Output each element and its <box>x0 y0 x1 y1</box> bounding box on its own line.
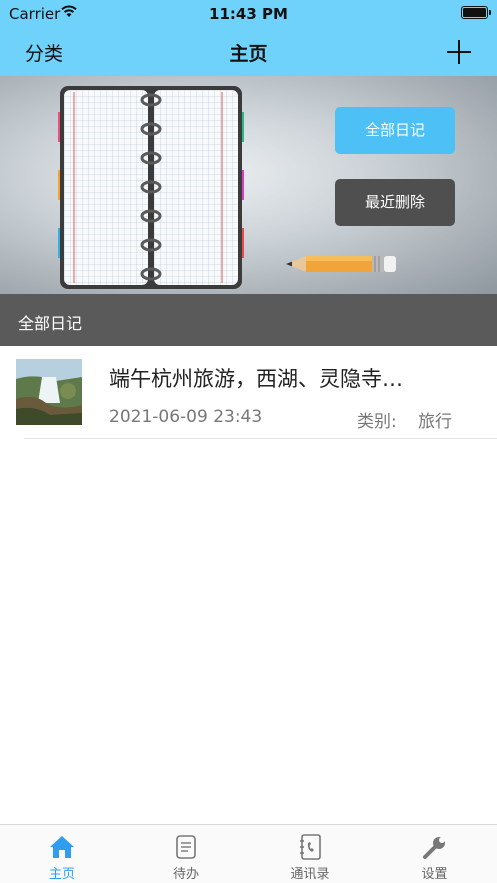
plus-icon[interactable] <box>447 40 471 64</box>
notebook-illustration <box>58 86 244 289</box>
divider <box>24 438 497 439</box>
section-header: 全部日记 <box>0 294 497 346</box>
tab-todo[interactable]: 待办 <box>124 825 248 883</box>
pencil-illustration <box>286 256 396 272</box>
tab-label: 设置 <box>421 867 448 882</box>
page-title: 主页 <box>229 43 268 65</box>
header-banner: 全部日记 最近删除 <box>0 76 497 294</box>
entry-thumbnail <box>16 359 82 425</box>
tab-label: 通讯录 <box>290 867 330 882</box>
tab-settings[interactable]: 设置 <box>372 825 497 883</box>
tab-bar: 主页 待办 通讯录 设置 <box>0 824 497 883</box>
battery-icon <box>461 6 491 19</box>
all-diaries-button[interactable]: 全部日记 <box>335 107 455 154</box>
entry-category-label: 类别: <box>357 412 397 432</box>
wrench-icon <box>422 837 445 859</box>
entry-date: 2021-06-09 23:43 <box>109 407 263 427</box>
navigation-bar: 分类 主页 <box>0 28 497 76</box>
clock: 11:43 PM <box>209 5 288 23</box>
list-item[interactable]: 端午杭州旅游，西湖、灵隐寺… 2021-06-09 23:43 类别: 旅行 <box>0 346 497 440</box>
contacts-icon <box>300 834 321 860</box>
recently-deleted-button[interactable]: 最近删除 <box>335 179 455 226</box>
entry-title: 端午杭州旅游，西湖、灵隐寺… <box>109 367 403 391</box>
section-title: 全部日记 <box>18 314 83 333</box>
entry-category: 旅行 <box>418 412 452 432</box>
tab-label: 主页 <box>48 867 75 882</box>
tab-contacts[interactable]: 通讯录 <box>248 825 372 883</box>
home-icon <box>50 836 74 858</box>
status-bar: Carrier 11:43 PM <box>0 0 497 28</box>
tab-home[interactable]: 主页 <box>0 825 124 883</box>
tab-label: 待办 <box>172 867 199 882</box>
todo-icon <box>176 835 196 859</box>
